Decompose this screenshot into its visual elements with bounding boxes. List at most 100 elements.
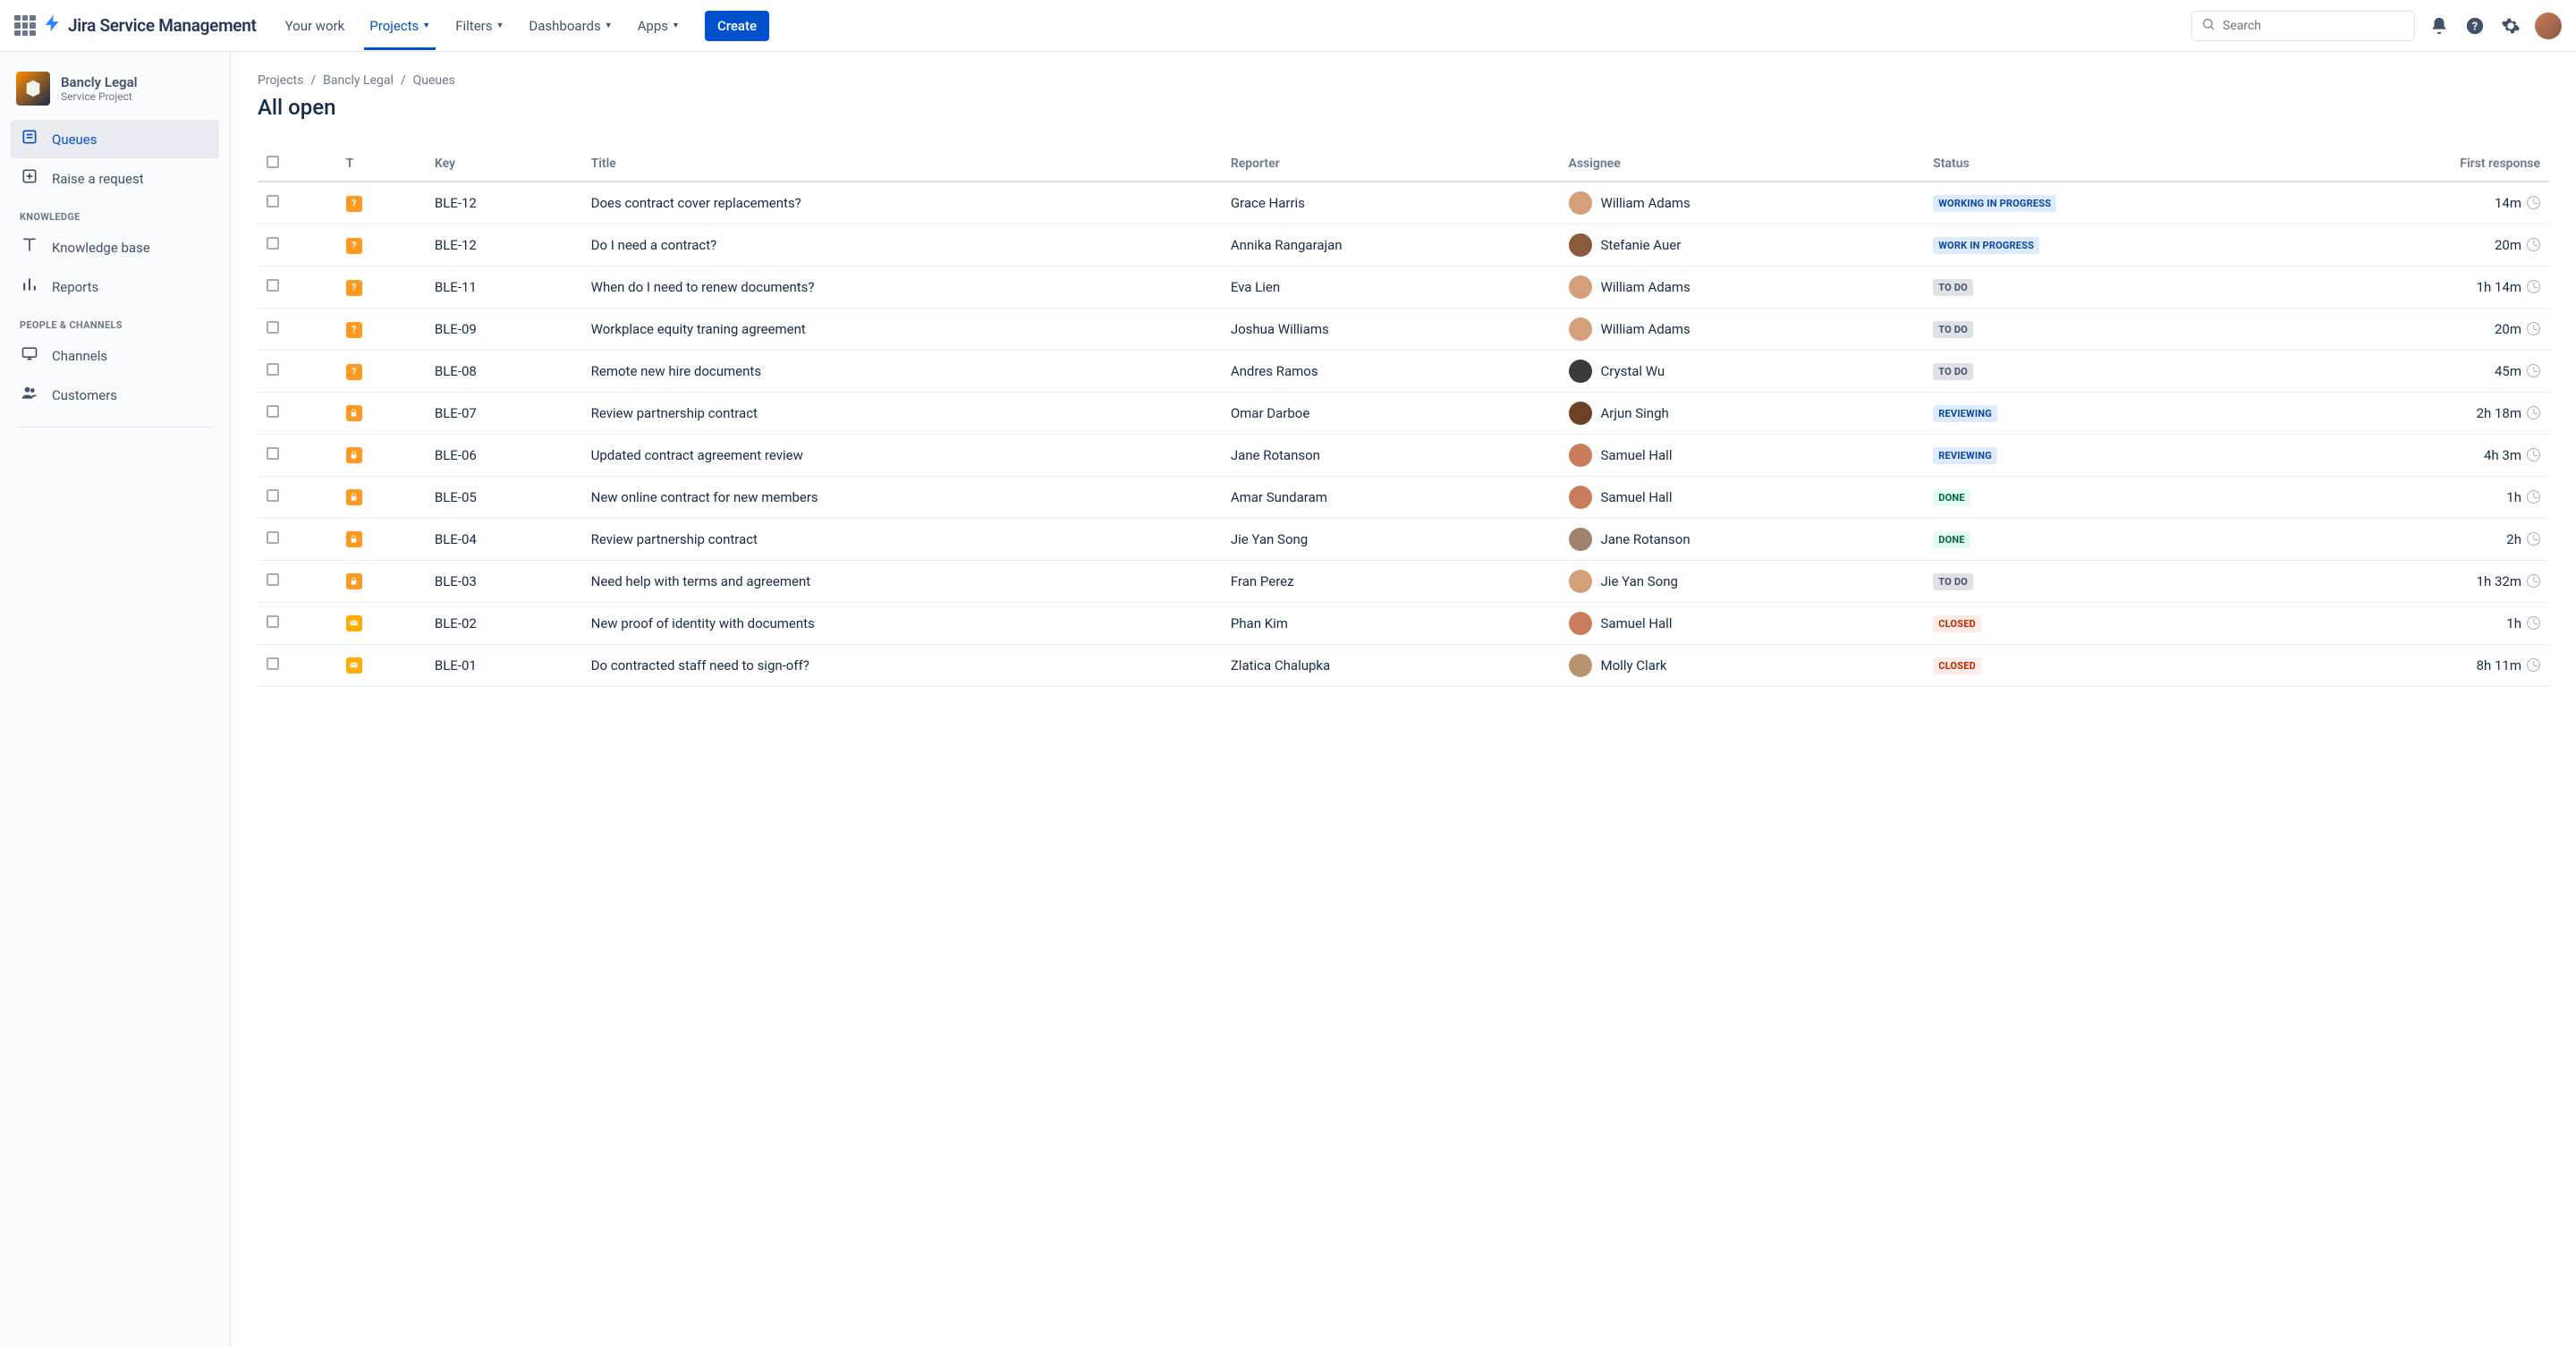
row-checkbox[interactable]	[267, 405, 279, 418]
assignee-cell[interactable]: Jane Rotanson	[1569, 528, 1916, 551]
table-row[interactable]: ?BLE-08Remote new hire documentsAndres R…	[258, 351, 2549, 393]
issue-title[interactable]: Remote new hire documents	[582, 351, 1222, 393]
row-checkbox[interactable]	[267, 363, 279, 376]
help-icon[interactable]: ?	[2463, 14, 2487, 38]
table-row[interactable]: BLE-03Need help with terms and agreement…	[258, 561, 2549, 603]
search-input[interactable]	[2223, 19, 2405, 33]
status-badge[interactable]: TO DO	[1933, 363, 1973, 380]
status-badge[interactable]: DONE	[1933, 489, 1970, 506]
notifications-icon[interactable]	[2428, 14, 2451, 38]
row-checkbox[interactable]	[267, 279, 279, 292]
status-badge[interactable]: TO DO	[1933, 279, 1973, 296]
issue-title[interactable]: Need help with terms and agreement	[582, 561, 1222, 603]
table-row[interactable]: ?BLE-11When do I need to renew documents…	[258, 267, 2549, 309]
status-badge[interactable]: TO DO	[1933, 573, 1973, 590]
table-row[interactable]: ?BLE-09Workplace equity traning agreemen…	[258, 309, 2549, 351]
product-logo[interactable]: Jira Service Management	[43, 13, 257, 38]
assignee-cell[interactable]: Arjun Singh	[1569, 402, 1916, 425]
issue-title[interactable]: New online contract for new members	[582, 477, 1222, 519]
column-header[interactable]: First response	[2293, 147, 2549, 182]
row-checkbox[interactable]	[267, 489, 279, 502]
column-header[interactable]: Status	[1924, 147, 2292, 182]
column-header[interactable]	[258, 147, 337, 182]
status-badge[interactable]: WORKING IN PROGRESS	[1933, 195, 2056, 212]
search-box[interactable]	[2191, 11, 2415, 41]
issue-key[interactable]: BLE-12	[426, 224, 582, 267]
table-row[interactable]: BLE-01Do contracted staff need to sign-o…	[258, 645, 2549, 687]
settings-icon[interactable]	[2499, 14, 2522, 38]
assignee-cell[interactable]: William Adams	[1569, 191, 1916, 215]
row-checkbox[interactable]	[267, 657, 279, 670]
nav-item-projects[interactable]: Projects▼	[359, 2, 441, 50]
column-header[interactable]: T	[337, 147, 426, 182]
assignee-cell[interactable]: Samuel Hall	[1569, 444, 1916, 467]
row-checkbox[interactable]	[267, 615, 279, 628]
sidebar-item-customers[interactable]: Customers	[11, 376, 219, 414]
assignee-cell[interactable]: William Adams	[1569, 318, 1916, 341]
status-badge[interactable]: REVIEWING	[1933, 447, 1997, 464]
sidebar-item-knowledge-base[interactable]: Knowledge base	[11, 228, 219, 267]
assignee-cell[interactable]: Samuel Hall	[1569, 486, 1916, 509]
status-badge[interactable]: DONE	[1933, 531, 1970, 548]
issue-key[interactable]: BLE-04	[426, 519, 582, 561]
breadcrumb-item[interactable]: Bancly Legal	[323, 73, 394, 88]
assignee-cell[interactable]: William Adams	[1569, 275, 1916, 299]
issue-key[interactable]: BLE-09	[426, 309, 582, 351]
status-badge[interactable]: CLOSED	[1933, 615, 1981, 632]
status-badge[interactable]: WORK IN PROGRESS	[1933, 237, 2039, 254]
sidebar-item-queues[interactable]: Queues	[11, 120, 219, 158]
column-header[interactable]: Key	[426, 147, 582, 182]
breadcrumb-item[interactable]: Projects	[258, 73, 303, 88]
assignee-cell[interactable]: Stefanie Auer	[1569, 233, 1916, 257]
issue-title[interactable]: Review partnership contract	[582, 519, 1222, 561]
app-switcher-icon[interactable]	[14, 15, 36, 37]
select-all-checkbox[interactable]	[267, 156, 279, 168]
row-checkbox[interactable]	[267, 531, 279, 544]
issue-key[interactable]: BLE-01	[426, 645, 582, 687]
row-checkbox[interactable]	[267, 237, 279, 250]
sidebar-item-channels[interactable]: Channels	[11, 336, 219, 375]
status-badge[interactable]: CLOSED	[1933, 657, 1981, 674]
table-row[interactable]: BLE-06Updated contract agreement reviewJ…	[258, 435, 2549, 477]
issue-key[interactable]: BLE-11	[426, 267, 582, 309]
sidebar-item-raise-a-request[interactable]: Raise a request	[11, 159, 219, 198]
issue-key[interactable]: BLE-05	[426, 477, 582, 519]
issue-title[interactable]: Do I need a contract?	[582, 224, 1222, 267]
issue-title[interactable]: When do I need to renew documents?	[582, 267, 1222, 309]
assignee-cell[interactable]: Molly Clark	[1569, 654, 1916, 677]
row-checkbox[interactable]	[267, 321, 279, 334]
create-button[interactable]: Create	[705, 11, 769, 41]
user-avatar[interactable]	[2535, 13, 2562, 39]
table-row[interactable]: BLE-02New proof of identity with documen…	[258, 603, 2549, 645]
issue-title[interactable]: Updated contract agreement review	[582, 435, 1222, 477]
status-badge[interactable]: REVIEWING	[1933, 405, 1997, 422]
nav-item-filters[interactable]: Filters▼	[445, 2, 514, 50]
table-row[interactable]: BLE-07Review partnership contractOmar Da…	[258, 393, 2549, 435]
status-badge[interactable]: TO DO	[1933, 321, 1973, 338]
assignee-cell[interactable]: Jie Yan Song	[1569, 570, 1916, 593]
issue-key[interactable]: BLE-12	[426, 182, 582, 224]
column-header[interactable]: Assignee	[1560, 147, 1925, 182]
project-header[interactable]: Bancly Legal Service Project	[11, 63, 219, 120]
row-checkbox[interactable]	[267, 573, 279, 586]
table-row[interactable]: BLE-05New online contract for new member…	[258, 477, 2549, 519]
assignee-cell[interactable]: Crystal Wu	[1569, 360, 1916, 383]
issue-title[interactable]: New proof of identity with documents	[582, 603, 1222, 645]
issue-title[interactable]: Review partnership contract	[582, 393, 1222, 435]
issue-title[interactable]: Workplace equity traning agreement	[582, 309, 1222, 351]
column-header[interactable]: Reporter	[1222, 147, 1560, 182]
issue-title[interactable]: Do contracted staff need to sign-off?	[582, 645, 1222, 687]
column-header[interactable]: Title	[582, 147, 1222, 182]
nav-item-apps[interactable]: Apps▼	[627, 2, 691, 50]
assignee-cell[interactable]: Samuel Hall	[1569, 612, 1916, 635]
table-row[interactable]: ?BLE-12Do I need a contract?Annika Ranga…	[258, 224, 2549, 267]
breadcrumb-item[interactable]: Queues	[413, 73, 455, 88]
nav-item-your-work[interactable]: Your work	[275, 2, 356, 50]
issue-key[interactable]: BLE-06	[426, 435, 582, 477]
table-row[interactable]: BLE-04Review partnership contractJie Yan…	[258, 519, 2549, 561]
nav-item-dashboards[interactable]: Dashboards▼	[518, 2, 623, 50]
issue-key[interactable]: BLE-08	[426, 351, 582, 393]
issue-key[interactable]: BLE-07	[426, 393, 582, 435]
row-checkbox[interactable]	[267, 195, 279, 208]
issue-key[interactable]: BLE-02	[426, 603, 582, 645]
